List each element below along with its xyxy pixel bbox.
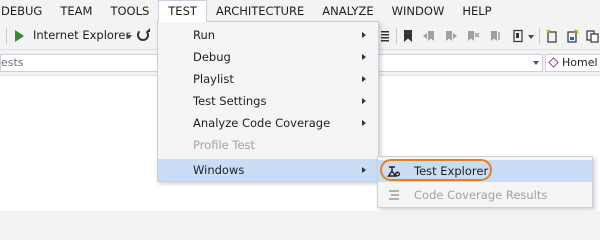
menu-item-debug[interactable]: Debug [158,46,378,68]
copy-item-icon[interactable] [586,29,600,43]
menu-item-test-settings[interactable]: Test Settings [158,90,378,112]
menu-item-label: Test Settings [193,94,267,108]
menu-test[interactable]: TEST [158,0,207,22]
menu-analyze[interactable]: ANALYZE [313,0,382,22]
menu-item-label: Analyze Code Coverage [193,116,331,130]
menu-item-analyze-code-coverage[interactable]: Analyze Code Coverage [158,112,378,134]
toolbar-separator [539,28,540,44]
bookmark-icon[interactable] [402,29,414,43]
start-target-dropdown-icon[interactable] [126,35,132,39]
test-menu-dropdown: Run Debug Playlist Test Settings Analyze… [157,21,379,182]
home-selector[interactable]: Homel [545,54,600,72]
lines-icon[interactable] [379,29,391,43]
highlight-callout [380,159,492,181]
menu-item-run[interactable]: Run [158,24,378,46]
submenu-arrow-icon [362,54,366,60]
menu-item-windows[interactable]: Windows [158,159,378,181]
refresh-icon[interactable] [137,28,150,41]
submenu-arrow-icon [362,167,366,173]
toolbar-separator [6,28,7,44]
submenu-arrow-icon [362,120,366,126]
menu-item-label: Windows [193,163,245,177]
document-flag-icon[interactable] [512,29,526,43]
class-icon [548,57,559,68]
bookmark-prev-icon[interactable] [422,29,436,43]
bookmark-next-icon[interactable] [444,29,458,43]
submenu-item-code-coverage-results: Code Coverage Results [378,184,592,206]
add-item-icon[interactable] [566,29,580,43]
menu-tools[interactable]: TOOLS [101,0,158,22]
submenu-arrow-icon [362,98,366,104]
menu-debug[interactable]: DEBUG [0,0,51,22]
menu-team[interactable]: TEAM [51,0,101,22]
menu-bar: DEBUG TEAM TOOLS TEST ARCHITECTURE ANALY… [0,0,600,22]
bookmark-toggle-icon[interactable] [489,29,503,43]
toolbar-separator [396,28,397,44]
menu-item-label: Debug [193,50,231,64]
menu-window[interactable]: WINDOW [383,0,454,22]
menu-item-profile-test: Profile Test [158,134,378,156]
new-item-icon[interactable] [545,29,559,43]
menu-help[interactable]: HELP [453,0,500,22]
menu-item-label: Run [193,28,216,42]
submenu-item-label: Code Coverage Results [414,188,548,202]
start-target-label[interactable]: Internet Explorer [33,28,130,42]
search-dropdown-icon[interactable] [533,61,539,65]
document-flag-dropdown-icon[interactable] [528,35,534,39]
bookmark-clear-icon[interactable] [466,29,480,43]
code-coverage-icon [389,190,399,200]
menu-item-playlist[interactable]: Playlist [158,68,378,90]
play-icon[interactable] [15,30,24,42]
menu-item-label: Profile Test [193,138,256,152]
ide-window: DEBUG TEAM TOOLS TEST ARCHITECTURE ANALY… [0,0,600,211]
menu-architecture[interactable]: ARCHITECTURE [207,0,313,22]
menu-item-label: Playlist [193,72,234,86]
submenu-arrow-icon [362,76,366,82]
windows-submenu: Test Explorer Code Coverage Results [377,156,593,208]
home-selector-label: Homel [562,56,598,69]
submenu-arrow-icon [362,32,366,38]
